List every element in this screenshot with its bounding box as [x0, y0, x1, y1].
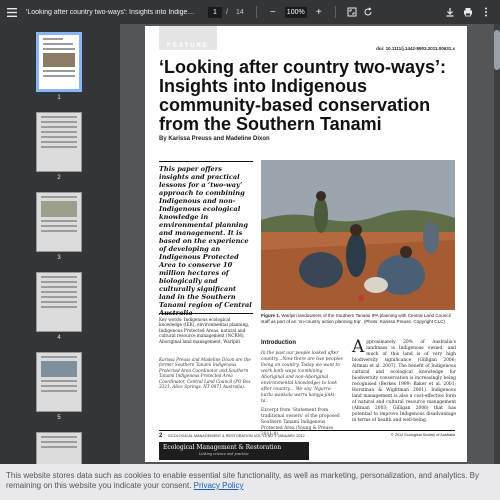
toolbar-divider	[255, 6, 257, 18]
thumbnail-item[interactable]: 3	[36, 192, 82, 261]
page-total: 14	[235, 8, 244, 16]
page-navigator: 1 / 14	[208, 6, 248, 18]
thumbnail-item[interactable]: 2	[36, 112, 82, 181]
figure-photo	[261, 160, 455, 310]
zoom-level-input[interactable]: 100%	[284, 6, 307, 18]
toolbar-divider	[334, 6, 336, 18]
thumbnail-number: 4	[57, 335, 61, 341]
thumbnail-item[interactable]: 5	[36, 352, 82, 421]
zoom-out-button[interactable]: −	[265, 4, 281, 20]
pdf-page: FEATURE doi: 10.1111/j.1442-8903.2011.00…	[145, 26, 467, 462]
menu-icon[interactable]	[4, 4, 20, 20]
thumbnail-page-4[interactable]	[36, 272, 82, 332]
journal-name: Ecological Management & Restoration	[163, 444, 282, 451]
traditional-owner-quote: In the past our people looked after coun…	[261, 351, 343, 404]
thumbnail-item[interactable]	[36, 432, 82, 464]
privacy-policy-link[interactable]: Privacy Policy	[194, 481, 244, 490]
feature-label: FEATURE	[159, 26, 217, 50]
vertical-scrollbar[interactable]	[494, 24, 500, 464]
pdf-toolbar: 'Looking after country two-ways': Insigh…	[0, 0, 500, 24]
footer-rule	[159, 430, 455, 431]
thumbnail-number: 1	[57, 95, 61, 101]
thumbnail-page-1[interactable]	[36, 32, 82, 92]
drop-cap: A	[352, 337, 365, 357]
page-footer: 2 ECOLOGICAL MANAGEMENT & RESTORATION VOL…	[159, 433, 455, 439]
body-paragraph: pproximately 20% of Australia’s landmass…	[352, 340, 456, 423]
thumbnail-page-6[interactable]	[36, 432, 82, 464]
thumbnail-item[interactable]: 1	[36, 32, 82, 101]
fit-page-icon[interactable]	[344, 4, 360, 20]
article-title: ‘Looking after country two-ways’: Insigh…	[159, 57, 447, 134]
thumbnail-number: 2	[57, 175, 61, 181]
thumbnail-number: 3	[57, 255, 61, 261]
thumbnail-page-5[interactable]	[36, 352, 82, 412]
section-heading: Introduction	[261, 340, 296, 346]
figure-caption-text: Warlpiri landowners of the Southern Tana…	[261, 313, 451, 324]
zoom-in-button[interactable]: +	[311, 4, 327, 20]
keywords: Key words: Indigenous ecological knowled…	[159, 313, 253, 344]
more-vert-icon[interactable]	[478, 4, 494, 20]
thumbnail-page-3[interactable]	[36, 192, 82, 252]
body-text: Approximately 20% of Australia’s landmas…	[352, 337, 456, 424]
figure-caption: Figure 1. Warlpiri landowners of the Sou…	[261, 313, 455, 325]
page-number: 2	[159, 433, 163, 439]
doi-text: doi: 10.1111/j.1442-8903.2011.00631.x	[376, 46, 455, 51]
author-bio: Karissa Preuss and Madeline Dixon are th…	[159, 357, 251, 390]
rotate-icon[interactable]	[360, 4, 376, 20]
quote-column: In the past our people looked after coun…	[261, 351, 343, 438]
print-icon[interactable]	[460, 4, 476, 20]
scrollbar-thumb[interactable]	[494, 30, 500, 70]
thumbnail-sidebar: 1 2 3 4 5	[0, 24, 120, 464]
thumbnail-number: 5	[57, 415, 61, 421]
figure-label: Figure 1.	[261, 313, 281, 318]
journal-tagline: Linking science and practice	[199, 452, 249, 456]
journal-issue: ECOLOGICAL MANAGEMENT & RESTORATION VOL …	[168, 434, 305, 438]
download-icon[interactable]	[442, 4, 458, 20]
document-title: 'Looking after country two-ways': Insigh…	[26, 8, 196, 16]
thumbnail-item[interactable]: 4	[36, 272, 82, 341]
article-summary: This paper offers insights and practical…	[159, 161, 253, 317]
article-authors: By Karissa Preuss and Madeline Dixon	[159, 136, 270, 142]
copyright-text: © 2012 Ecological Society of Australia	[390, 433, 455, 437]
page-number-input[interactable]: 1	[208, 6, 222, 18]
document-viewer[interactable]: FEATURE doi: 10.1111/j.1442-8903.2011.00…	[120, 24, 500, 464]
cookie-banner: This website stores data such as cookies…	[0, 464, 500, 500]
journal-logo: Ecological Management & Restoration Link…	[159, 442, 309, 460]
thumbnail-page-2[interactable]	[36, 112, 82, 172]
page-separator: /	[226, 8, 228, 16]
